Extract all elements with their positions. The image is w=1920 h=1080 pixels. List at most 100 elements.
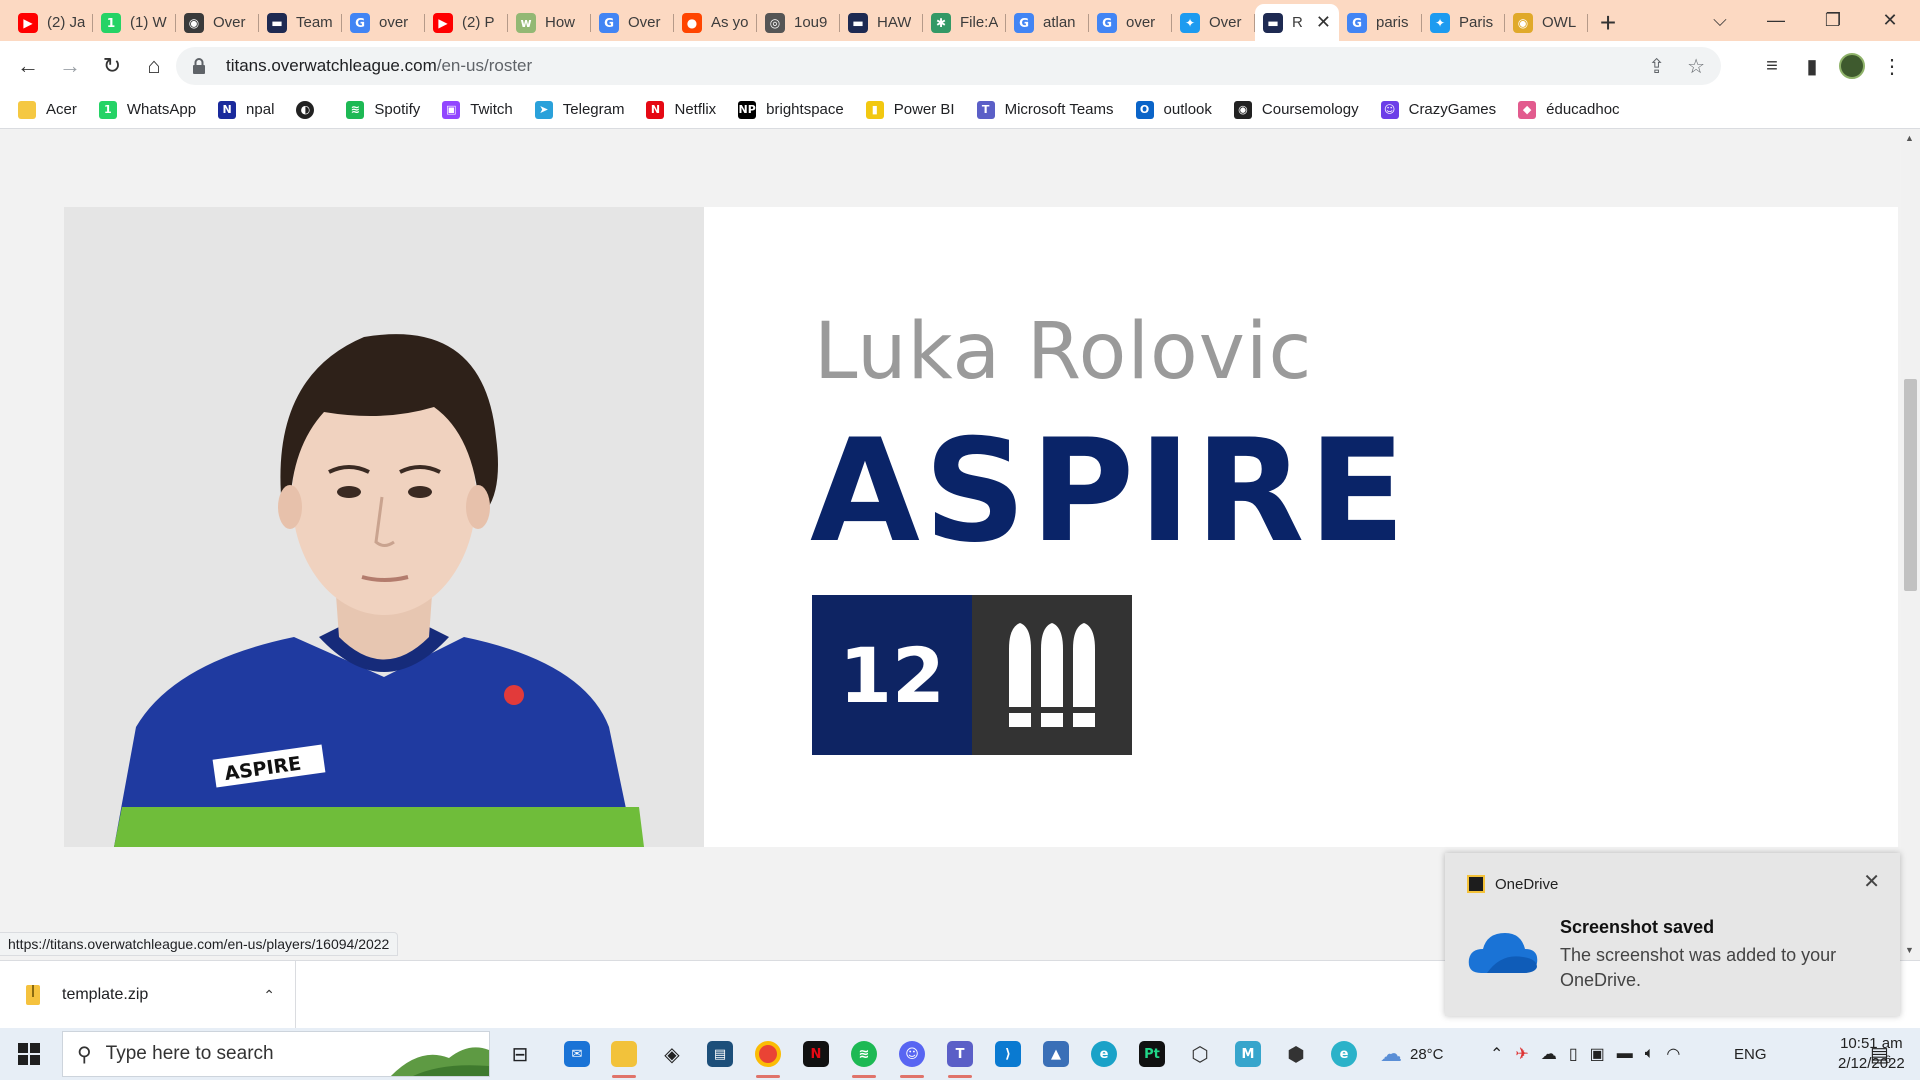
- discord-icon[interactable]: ☺: [892, 1034, 932, 1078]
- bookmark-item[interactable]: ◉ Coursemology: [1233, 100, 1359, 119]
- browser-tab[interactable]: ✱ File:A: [923, 4, 1006, 41]
- onedrive-notification[interactable]: OneDrive ✕ Screenshot saved The screensh…: [1445, 853, 1900, 1016]
- address-bar[interactable]: titans.overwatchleague.com/en-us/roster …: [176, 47, 1721, 85]
- minimize-icon[interactable]: —: [1746, 0, 1806, 41]
- tab-title: paris: [1376, 14, 1409, 31]
- network-warning-icon[interactable]: ✈: [1515, 1044, 1528, 1064]
- home-icon[interactable]: ⌂: [134, 46, 174, 86]
- browser-tab[interactable]: ▬ HAW: [840, 4, 923, 41]
- back-arrow-icon[interactable]: ←: [8, 46, 48, 86]
- search-highlight-image: [391, 1047, 489, 1076]
- bookmark-item[interactable]: ☺ CrazyGames: [1380, 100, 1496, 119]
- bookmark-item[interactable]: ▣ Twitch: [442, 100, 513, 119]
- bookmark-item[interactable]: T Microsoft Teams: [976, 100, 1114, 119]
- windows-start-button[interactable]: [0, 1028, 58, 1080]
- close-icon[interactable]: ✕: [1863, 869, 1880, 894]
- media-control-icon[interactable]: ≡: [1752, 46, 1792, 86]
- toast-title: Screenshot saved: [1560, 917, 1715, 937]
- team-flag-icon: ▬: [267, 12, 287, 33]
- browser-tab[interactable]: ▬ Team: [259, 4, 342, 41]
- browser-tab[interactable]: ● As yo: [674, 4, 757, 41]
- tab-title: (1) W: [130, 14, 167, 31]
- bookmark-item[interactable]: ➤ Telegram: [534, 100, 624, 119]
- spotify-icon[interactable]: ≋: [844, 1034, 884, 1078]
- battery-icon[interactable]: ▬: [1617, 1045, 1633, 1063]
- browser-tab[interactable]: ◉ Over: [176, 4, 259, 41]
- tab-active[interactable]: ▬ R ✕: [1255, 4, 1339, 41]
- maya-icon[interactable]: M: [1228, 1034, 1268, 1074]
- bookmark-item[interactable]: ◆ éducadhoc: [1518, 100, 1620, 119]
- bookmark-item[interactable]: Acer: [18, 100, 77, 119]
- notification-center-icon[interactable]: ▤ 6: [1870, 1028, 1891, 1080]
- browser-tab[interactable]: ◉ OWL: [1505, 4, 1588, 41]
- chevron-up-icon[interactable]: ⌃: [1490, 1044, 1503, 1064]
- browser-tab[interactable]: ◎ 1ou9: [757, 4, 840, 41]
- player-number-badge: 12: [812, 595, 972, 755]
- wifi-icon[interactable]: ◠: [1666, 1044, 1680, 1064]
- bookmark-item[interactable]: ▮ Power BI: [865, 100, 955, 119]
- store-app-icon[interactable]: ▤: [700, 1034, 740, 1074]
- menu-kebab-icon[interactable]: ⋮: [1872, 46, 1912, 86]
- tab-search-icon[interactable]: ⌵: [1690, 0, 1750, 41]
- browser-tab[interactable]: Gover: [342, 4, 425, 41]
- chrome-icon[interactable]: [748, 1034, 788, 1078]
- bookmark-item[interactable]: Ooutlook: [1135, 100, 1212, 119]
- device-icon[interactable]: ▯: [1569, 1044, 1578, 1064]
- netflix-icon: N: [646, 100, 665, 119]
- profile-avatar[interactable]: [1832, 46, 1872, 86]
- forward-arrow-icon[interactable]: →: [50, 46, 90, 86]
- bookmark-item[interactable]: N Netflix: [646, 100, 716, 119]
- reddit-icon: ●: [682, 12, 702, 33]
- volume-icon[interactable]: 🔈︎: [1645, 1045, 1655, 1063]
- new-tab-button[interactable]: +: [1588, 4, 1628, 41]
- google-icon: G: [1097, 12, 1117, 33]
- chevron-up-icon[interactable]: ⌃: [263, 987, 275, 1004]
- pycharm-icon[interactable]: Pt: [1132, 1034, 1172, 1074]
- teams-icon[interactable]: T: [940, 1034, 980, 1078]
- page-scrollbar[interactable]: ▲ ▼: [1901, 129, 1920, 960]
- bookmark-item[interactable]: NP brightspace: [738, 100, 844, 119]
- side-panel-icon[interactable]: ▮: [1792, 46, 1832, 86]
- bookmark-star-icon[interactable]: ☆: [1687, 54, 1705, 79]
- vscode-icon[interactable]: ⟩: [988, 1034, 1028, 1074]
- edge-beta-icon[interactable]: e: [1324, 1034, 1364, 1074]
- language-indicator[interactable]: ENG: [1734, 1028, 1767, 1080]
- mail-icon[interactable]: ✉: [557, 1034, 597, 1074]
- browser-tab[interactable]: Gatlan: [1006, 4, 1089, 41]
- lock-icon[interactable]: [192, 58, 206, 74]
- close-window-icon[interactable]: ✕: [1860, 0, 1920, 41]
- bookmark-item[interactable]: 1 WhatsApp: [98, 100, 196, 119]
- browser-tab[interactable]: Gparis: [1339, 4, 1422, 41]
- scroll-up-icon[interactable]: ▲: [1905, 133, 1914, 143]
- onedrive-tray-icon[interactable]: ☁: [1541, 1044, 1557, 1064]
- reload-icon[interactable]: ↻: [92, 46, 132, 86]
- bookmark-item[interactable]: Nnpal: [218, 100, 274, 119]
- browser-tab[interactable]: ▶ (2) P: [425, 4, 508, 41]
- browser-tab[interactable]: ✦ Over: [1172, 4, 1255, 41]
- file-explorer-icon[interactable]: [604, 1034, 644, 1078]
- scrollbar-thumb[interactable]: [1904, 379, 1917, 591]
- photos-icon[interactable]: ▲: [1036, 1034, 1076, 1074]
- bookmark-item[interactable]: ◐: [296, 100, 324, 119]
- browser-tab[interactable]: ✦ Paris: [1422, 4, 1505, 41]
- restore-icon[interactable]: ❐: [1803, 0, 1863, 41]
- scroll-down-icon[interactable]: ▼: [1905, 945, 1914, 955]
- browser-tab[interactable]: w How: [508, 4, 591, 41]
- task-view-icon[interactable]: ⊟: [500, 1034, 540, 1074]
- unity-icon[interactable]: ⬡: [1180, 1034, 1220, 1074]
- unity-hub-icon[interactable]: ⬢: [1276, 1034, 1316, 1074]
- download-item[interactable]: template.zip ⌃: [0, 961, 296, 1029]
- dropbox-icon[interactable]: ◈: [652, 1034, 692, 1074]
- netflix-icon[interactable]: N: [796, 1034, 836, 1074]
- taskbar-search-input[interactable]: ⚲ Type here to search: [62, 1031, 490, 1077]
- browser-tab[interactable]: 1 (1) W: [93, 4, 176, 41]
- close-tab-icon[interactable]: ✕: [1316, 12, 1331, 33]
- browser-tab[interactable]: Gover: [1089, 4, 1172, 41]
- edge-icon[interactable]: e: [1084, 1034, 1124, 1074]
- weather-widget[interactable]: ☁ 28°C: [1380, 1028, 1444, 1080]
- browser-tab[interactable]: G Over: [591, 4, 674, 41]
- bookmark-item[interactable]: ≋ Spotify: [346, 100, 420, 119]
- share-icon[interactable]: ⇪: [1648, 54, 1665, 79]
- browser-tab[interactable]: ▶ (2) Ja: [10, 4, 93, 41]
- display-icon[interactable]: ▣: [1590, 1044, 1605, 1064]
